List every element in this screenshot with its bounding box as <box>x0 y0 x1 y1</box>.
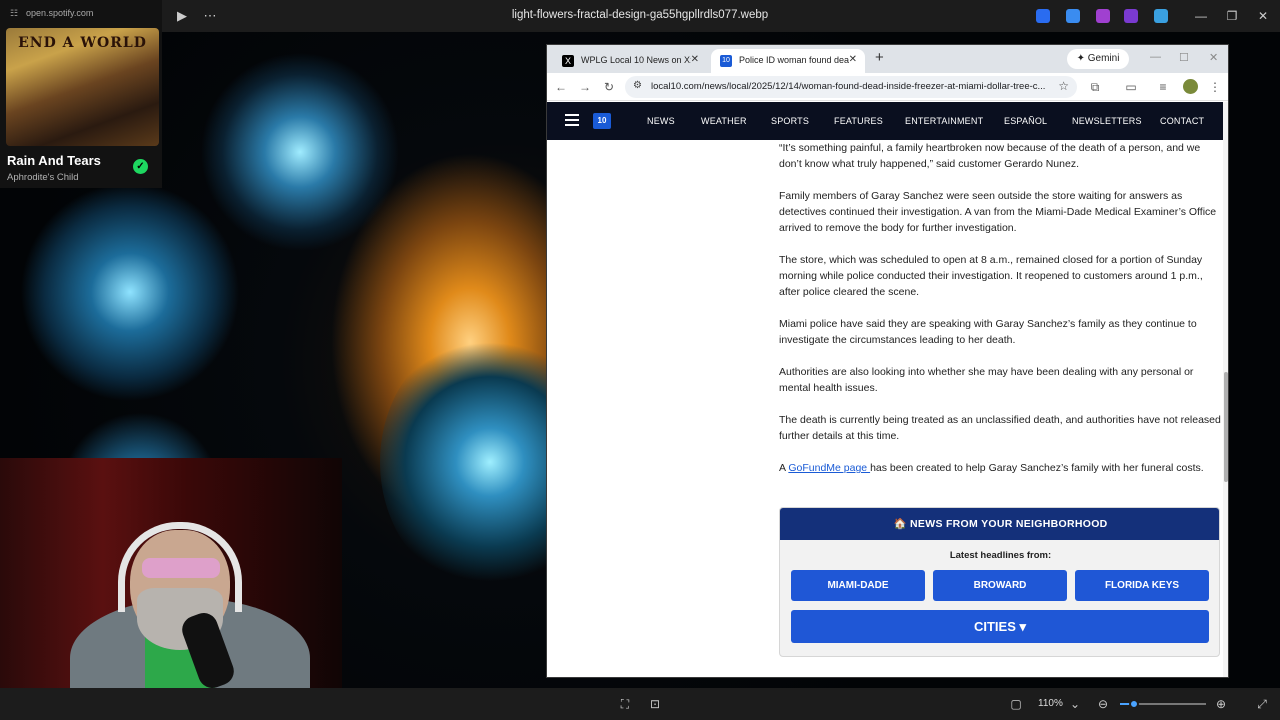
edit-icon[interactable] <box>1066 9 1080 23</box>
scrollbar-thumb[interactable] <box>1224 372 1228 482</box>
tab-label: WPLG Local 10 News on X: "BR <box>581 55 691 65</box>
copilot-icon[interactable] <box>1036 9 1050 23</box>
bookmark-star-icon[interactable]: ☆ <box>1058 79 1069 93</box>
browser-toolbar: ← → ↻ ⚙ local10.com/news/local/2025/12/1… <box>547 73 1228 101</box>
image-viewer-title-bar: ▶ ⋯ light-flowers-fractal-design-ga55hgp… <box>0 0 1280 32</box>
miami-dade-button[interactable]: MIAMI-DADE <box>791 570 925 601</box>
broward-button[interactable]: BROWARD <box>933 570 1067 601</box>
cities-dropdown-button[interactable]: CITIES ▾ <box>791 610 1209 643</box>
reload-icon[interactable]: ↻ <box>601 79 617 95</box>
designer-icon[interactable] <box>1096 9 1110 23</box>
article-paragraph: The store, which was scheduled to open a… <box>779 254 1203 298</box>
gemini-label: Gemini <box>1087 53 1120 64</box>
zoom-out-icon[interactable]: ⊖ <box>1096 697 1110 711</box>
media-icon[interactable]: ≡ <box>1155 79 1171 95</box>
browser-close-icon[interactable]: ✕ <box>1209 51 1218 64</box>
fullscreen-icon[interactable]: ⤢ <box>1255 697 1269 711</box>
site-info-icon[interactable]: ⚙ <box>633 80 642 91</box>
site-settings-icon[interactable]: ☷ <box>10 8 20 18</box>
neighborhood-header: 🏠 NEWS FROM YOUR NEIGHBORHOOD <box>780 508 1219 540</box>
browser-maximize-icon[interactable]: ☐ <box>1179 51 1189 64</box>
spotify-url: open.spotify.com <box>26 8 94 18</box>
tab-strip: X WPLG Local 10 News on X: "BR ✕ 10 Poli… <box>547 45 1228 73</box>
paragraph-suffix: has been created to help Garay Sanchez’s… <box>870 462 1204 474</box>
image-file-title: light-flowers-fractal-design-ga55hgpllrd… <box>511 9 769 21</box>
x-favicon-icon: X <box>562 55 574 67</box>
webcam-feed <box>0 458 342 688</box>
paragraph-prefix: A <box>779 462 789 474</box>
menu-icon[interactable]: ⋮ <box>1207 79 1223 95</box>
headphones <box>118 522 242 612</box>
page-content: “It’s something painful, a family heartb… <box>547 140 1223 677</box>
browser-window: X WPLG Local 10 News on X: "BR ✕ 10 Poli… <box>546 44 1229 678</box>
tab-police-id[interactable]: 10 Police ID woman found dead in ✕ <box>711 49 865 73</box>
nav-sports[interactable]: SPORTS <box>771 116 809 126</box>
url-text[interactable]: local10.com/news/local/2025/12/14/woman-… <box>651 81 1051 92</box>
tab-wplg-x[interactable]: X WPLG Local 10 News on X: "BR ✕ <box>553 49 707 73</box>
neighborhood-subheading: Latest headlines from: <box>949 550 1052 561</box>
nav-news[interactable]: NEWS <box>647 116 675 126</box>
local10-favicon-icon: 10 <box>720 55 732 67</box>
text-select-icon[interactable]: ⊡ <box>648 697 662 711</box>
gofundme-link[interactable]: GoFundMe page <box>788 462 870 474</box>
nav-entertainment[interactable]: ENTERTAINMENT <box>905 116 983 126</box>
article-paragraph: Authorities are also looking into whethe… <box>779 366 1194 394</box>
article-paragraph: The death is currently being treated as … <box>779 414 1221 442</box>
close-tab-icon[interactable]: ✕ <box>849 54 857 65</box>
site-nav-bar: 10 NEWS WEATHER SPORTS FEATURES ENTERTAI… <box>547 102 1223 140</box>
image-viewer-bottom-bar: ⛶ ⊡ ▢ 110% ⌄ ⊖ ⊕ ⤢ <box>0 688 1280 720</box>
address-bar[interactable]: ⚙ local10.com/news/local/2025/12/14/woma… <box>625 76 1077 98</box>
hamburger-menu-icon[interactable] <box>565 114 579 126</box>
extensions-icon[interactable]: ⧉ <box>1087 79 1103 95</box>
browser-minimize-icon[interactable]: — <box>1150 51 1161 63</box>
effects-icon[interactable] <box>1124 9 1138 23</box>
album-cover-text: END A WORLD <box>18 35 147 51</box>
article-paragraph: Family members of Garay Sanchez were see… <box>779 190 1217 234</box>
zoom-level[interactable]: 110% <box>1038 698 1063 709</box>
article-paragraph: “It’s something painful, a family heartb… <box>779 142 1201 170</box>
news-from-neighborhood-widget: 🏠 NEWS FROM YOUR NEIGHBORHOOD Latest hea… <box>779 507 1220 657</box>
minimize-icon[interactable]: — <box>1186 6 1216 26</box>
nav-features[interactable]: FEATURES <box>834 116 883 126</box>
close-tab-icon[interactable]: ✕ <box>691 54 699 65</box>
maximize-icon[interactable]: ❐ <box>1217 6 1247 26</box>
spotify-mini-player: ☷ open.spotify.com END A WORLD Rain And … <box>0 0 162 188</box>
new-tab-icon[interactable]: + <box>875 49 884 66</box>
nav-weather[interactable]: WEATHER <box>701 116 747 126</box>
cloud-icon[interactable] <box>1154 9 1168 23</box>
song-title: Rain And Tears <box>7 153 101 168</box>
crop-icon[interactable]: ⛶ <box>618 697 632 711</box>
zoom-dropdown-icon[interactable]: ⌄ <box>1068 697 1082 711</box>
zoom-slider[interactable] <box>1120 699 1206 709</box>
saved-check-icon[interactable]: ✓ <box>133 159 148 174</box>
nav-espanol[interactable]: ESPAÑOL <box>1004 116 1047 126</box>
nav-contact[interactable]: CONTACT <box>1160 116 1204 126</box>
cast-icon[interactable]: ▭ <box>1123 79 1139 95</box>
nav-newsletters[interactable]: NEWSLETTERS <box>1072 116 1142 126</box>
zoom-slider-handle[interactable] <box>1128 699 1139 709</box>
article-paragraph: Miami police have said they are speaking… <box>779 318 1197 346</box>
zoom-in-icon[interactable]: ⊕ <box>1214 697 1228 711</box>
artist-name[interactable]: Aphrodite's Child <box>7 172 79 183</box>
tab-label: Police ID woman found dead in <box>739 55 849 65</box>
gemini-button[interactable]: ✦ Gemini <box>1067 49 1129 69</box>
page-scrollbar[interactable] <box>1223 102 1228 677</box>
back-icon[interactable]: ← <box>553 79 569 95</box>
forward-icon[interactable]: → <box>577 79 593 95</box>
florida-keys-button[interactable]: FLORIDA KEYS <box>1075 570 1209 601</box>
blue-flower <box>20 182 240 402</box>
album-cover[interactable]: END A WORLD <box>6 28 159 146</box>
article-paragraph: A GoFundMe page has been created to help… <box>779 460 1221 476</box>
local10-logo[interactable]: 10 <box>593 113 611 129</box>
profile-avatar[interactable] <box>1183 79 1198 94</box>
fit-to-window-icon[interactable]: ▢ <box>1009 697 1023 711</box>
close-icon[interactable]: ✕ <box>1248 6 1278 26</box>
